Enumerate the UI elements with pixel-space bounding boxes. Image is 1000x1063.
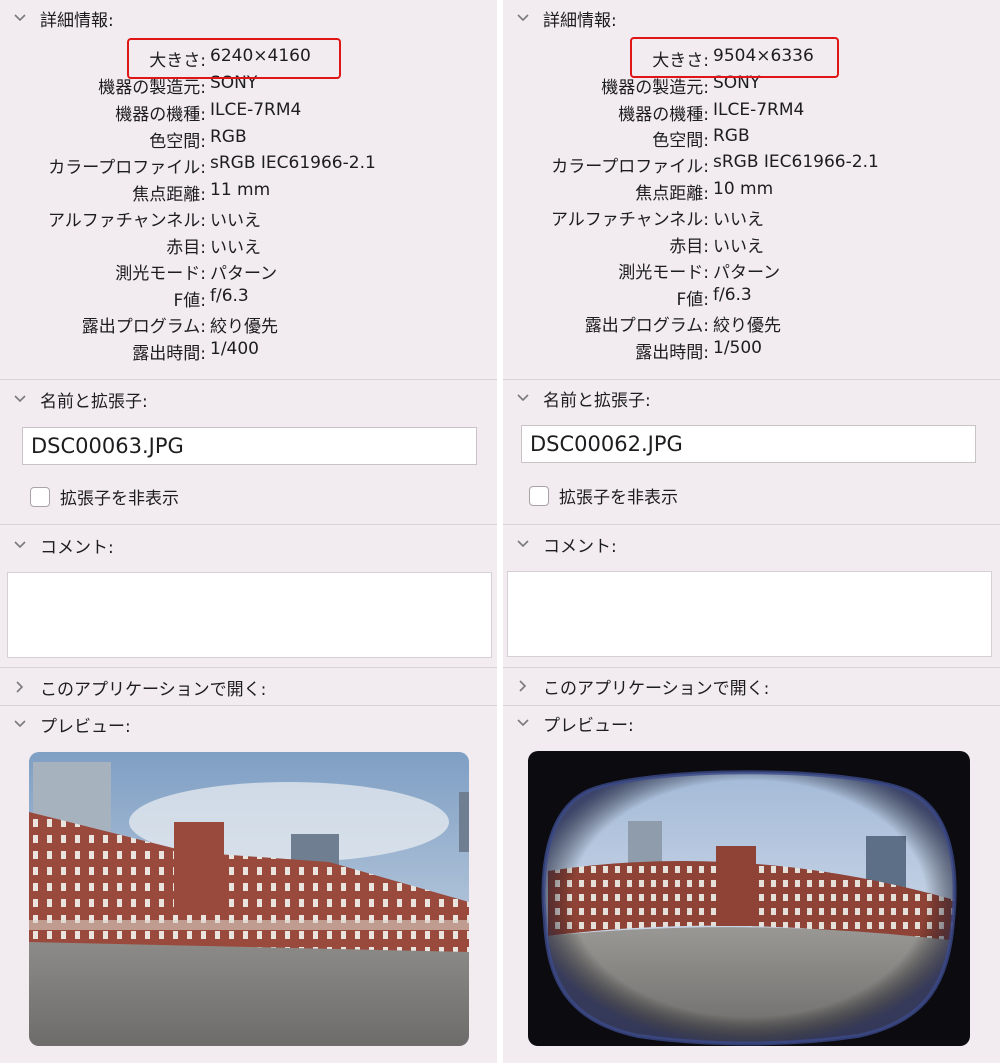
- open-with-section-title: このアプリケーションで開く:: [543, 678, 770, 699]
- detail-row-redeye: 赤目: いいえ: [669, 237, 764, 257]
- preview-section-header[interactable]: プレビュー:: [0, 712, 131, 737]
- chevron-down-icon: [511, 539, 535, 549]
- details-title: 詳細情報:: [40, 10, 114, 31]
- detail-row-exposure-time: 露出時間: 1/400: [132, 339, 259, 364]
- detail-row-metering: 測光モード: パターン: [618, 263, 781, 283]
- details-title: 詳細情報:: [543, 10, 617, 31]
- detail-row-profile: カラープロファイル: sRGB IEC61966-2.1: [48, 153, 376, 178]
- comment-section-title: コメント:: [543, 536, 617, 557]
- section-divider: [503, 379, 1000, 380]
- detail-row-exposure-program: 露出プログラム: 絞り優先: [584, 316, 781, 336]
- detail-row-model: 機器の機種: ILCE-7RM4: [618, 100, 805, 125]
- detail-row-exposure-time: 露出時間: 1/500: [635, 338, 762, 363]
- hide-extension-option[interactable]: 拡張子を非表示: [529, 483, 678, 508]
- info-panel-right: 詳細情報: 大きさ: 9504×6336 機器の製造元: SONY 機器の機種: IL…: [503, 0, 1000, 1063]
- section-divider: [0, 705, 497, 706]
- open-with-section-header[interactable]: このアプリケーションで開く:: [0, 675, 267, 700]
- chevron-down-icon: [8, 719, 32, 729]
- detail-row-colorspace: 色空間: RGB: [149, 127, 247, 152]
- chevron-down-icon: [8, 394, 32, 404]
- section-divider: [0, 667, 497, 668]
- hide-extension-checkbox[interactable]: [30, 486, 50, 507]
- preview-section-header[interactable]: プレビュー:: [503, 711, 634, 736]
- section-divider: [503, 667, 1000, 668]
- chevron-right-icon: [511, 679, 535, 693]
- size-highlight-box: [127, 38, 341, 79]
- chevron-down-icon: [511, 718, 535, 728]
- detail-row-alpha: アルファチャンネル: いいえ: [47, 211, 261, 231]
- section-divider: [503, 524, 1000, 525]
- detail-row-exposure-program: 露出プログラム: 絞り優先: [81, 317, 278, 337]
- detail-row-colorspace: 色空間: RGB: [652, 126, 750, 151]
- chevron-down-icon: [8, 13, 32, 23]
- detail-row-redeye: 赤目: いいえ: [166, 238, 261, 258]
- preview-photo-fisheye: [541, 770, 957, 1046]
- detail-row-profile: カラープロファイル: sRGB IEC61966-2.1: [551, 152, 879, 177]
- detail-row-metering: 測光モード: パターン: [115, 264, 278, 284]
- chevron-down-icon: [8, 540, 32, 550]
- detail-row-focal-length: 焦点距離: 11 mm: [132, 180, 271, 205]
- open-with-section-header[interactable]: このアプリケーションで開く:: [503, 674, 770, 699]
- detail-row-fnumber: F値: f/6.3: [173, 286, 249, 311]
- detail-row-alpha: アルファチャンネル: いいえ: [550, 210, 764, 230]
- comment-section-header[interactable]: コメント:: [0, 533, 114, 558]
- chevron-right-icon: [8, 680, 32, 694]
- size-highlight-box: [630, 37, 839, 78]
- comment-textarea[interactable]: [7, 572, 492, 658]
- name-section-header[interactable]: 名前と拡張子:: [0, 387, 148, 412]
- name-section-header[interactable]: 名前と拡張子:: [503, 386, 651, 411]
- chevron-down-icon: [511, 393, 535, 403]
- comment-section-title: コメント:: [40, 537, 114, 558]
- chevron-down-icon: [511, 13, 535, 23]
- hide-extension-label: 拡張子を非表示: [559, 488, 678, 508]
- name-section-title: 名前と拡張子:: [543, 390, 651, 411]
- name-section-title: 名前と拡張子:: [40, 391, 148, 412]
- details-section-header[interactable]: 詳細情報:: [0, 6, 114, 31]
- preview-section-title: プレビュー:: [40, 716, 131, 737]
- open-with-section-title: このアプリケーションで開く:: [40, 679, 267, 700]
- preview-section-title: プレビュー:: [543, 715, 634, 736]
- preview-photo-wide: [29, 752, 469, 1046]
- hide-extension-option[interactable]: 拡張子を非表示: [30, 484, 179, 509]
- section-divider: [503, 705, 1000, 706]
- comment-textarea[interactable]: [507, 571, 992, 657]
- section-divider: [0, 524, 497, 525]
- section-divider: [0, 379, 497, 380]
- info-panel-left: 詳細情報: 大きさ: 6240×4160 機器の製造元: SONY 機器の機種: IL…: [0, 0, 497, 1063]
- preview-image: [528, 751, 970, 1046]
- hide-extension-checkbox[interactable]: [529, 485, 549, 506]
- details-section-header[interactable]: 詳細情報:: [503, 6, 617, 31]
- filename-field[interactable]: DSC00063.JPG: [22, 427, 477, 465]
- detail-row-model: 機器の機種: ILCE-7RM4: [115, 100, 302, 125]
- filename-field[interactable]: DSC00062.JPG: [521, 425, 976, 463]
- preview-image: [29, 752, 469, 1046]
- info-panels: 詳細情報: 大きさ: 6240×4160 機器の製造元: SONY 機器の機種: IL…: [0, 0, 1000, 1063]
- detail-row-fnumber: F値: f/6.3: [676, 285, 752, 310]
- hide-extension-label: 拡張子を非表示: [60, 489, 179, 509]
- detail-row-focal-length: 焦点距離: 10 mm: [635, 179, 774, 204]
- comment-section-header[interactable]: コメント:: [503, 532, 617, 557]
